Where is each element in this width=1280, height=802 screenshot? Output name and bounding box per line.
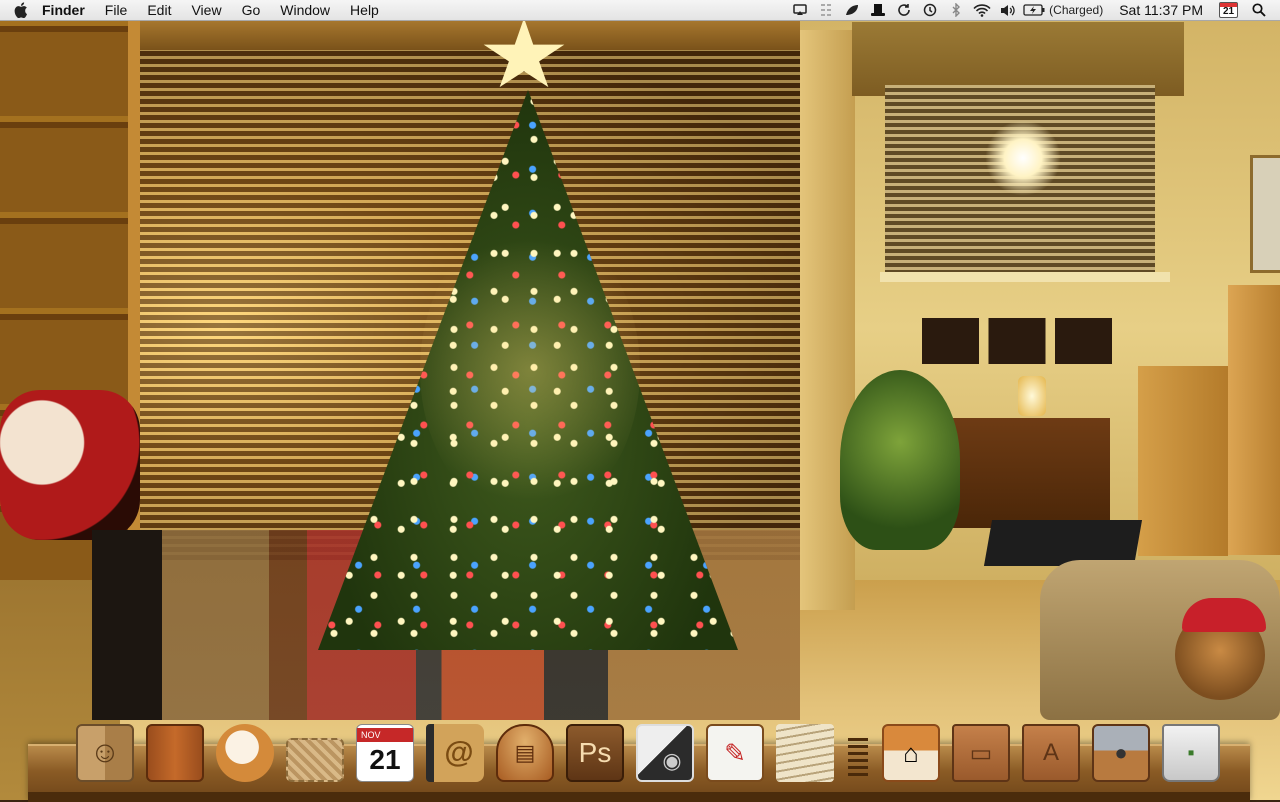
- window-star-light: [985, 120, 1061, 196]
- dock-trash-icon[interactable]: ▪: [1162, 724, 1220, 782]
- apple-logo-icon: [14, 2, 27, 18]
- dock-textedit-icon[interactable]: ✎: [706, 724, 764, 782]
- dock-squirrel-icon[interactable]: [216, 724, 274, 782]
- menu-view[interactable]: View: [181, 0, 231, 21]
- dock-mail-stamp-icon[interactable]: [286, 738, 344, 782]
- dock-ical-icon[interactable]: NOV 21: [356, 724, 414, 782]
- menu-go[interactable]: Go: [232, 0, 271, 21]
- wood-cabinet-tall: [1228, 285, 1280, 555]
- dock-radio-icon[interactable]: ▤: [496, 724, 554, 782]
- menu-help[interactable]: Help: [340, 0, 389, 21]
- ical-day: 21: [369, 744, 401, 775]
- dock-photo-camera-icon[interactable]: ◉: [636, 724, 694, 782]
- volume-icon[interactable]: [997, 0, 1019, 21]
- side-table: [950, 418, 1110, 528]
- applications-a-icon: A: [1042, 739, 1059, 766]
- dock-finder-icon[interactable]: ☺: [76, 724, 134, 782]
- grid-icon[interactable]: [815, 0, 837, 21]
- speaker: [92, 530, 162, 720]
- dock-apple-wood-icon[interactable]: [146, 724, 204, 782]
- dock-documents-folder-icon[interactable]: ▭: [952, 724, 1010, 782]
- hat-icon[interactable]: [867, 0, 889, 21]
- menu-bar: Finder File Edit View Go Window Help (Ch…: [0, 0, 1280, 21]
- finder-face-icon: ☺: [89, 736, 121, 769]
- menu-edit[interactable]: Edit: [137, 0, 181, 21]
- menu-window[interactable]: Window: [270, 0, 340, 21]
- battery-status: (Charged): [1049, 3, 1104, 17]
- dock-papers-icon[interactable]: [776, 724, 834, 782]
- wall-pictures: [922, 318, 1112, 364]
- app-menu-finder[interactable]: Finder: [42, 0, 95, 21]
- apple-menu-icon[interactable]: [0, 0, 42, 21]
- address-book-glyph: @: [444, 736, 474, 769]
- spotlight-search-icon[interactable]: [1248, 0, 1270, 21]
- teddy-bear-hat: [1182, 598, 1266, 632]
- battery-icon[interactable]: [1023, 0, 1045, 21]
- dock-home-folder-icon[interactable]: ⌂: [882, 724, 940, 782]
- airplay-icon[interactable]: [789, 0, 811, 21]
- pencil-icon: ✎: [724, 737, 746, 768]
- window-sill: [880, 272, 1170, 282]
- menu-file[interactable]: File: [95, 0, 138, 21]
- menu-clock[interactable]: Sat 11:37 PM: [1119, 2, 1203, 18]
- camera-lens-icon: ◉: [662, 748, 682, 773]
- house-plant: [840, 370, 960, 550]
- dock-photoshop-icon[interactable]: Ps: [566, 724, 624, 782]
- calendar-badge-day: 21: [1222, 6, 1235, 17]
- calendar-badge-icon[interactable]: 21: [1219, 2, 1238, 18]
- bear-face-icon: ●: [1114, 740, 1128, 765]
- wall-frame: [1250, 155, 1280, 273]
- dock-address-book-icon[interactable]: @: [426, 724, 484, 782]
- dock-applications-folder-icon[interactable]: A: [1022, 724, 1080, 782]
- ical-month: NOV: [357, 728, 413, 742]
- bluetooth-icon[interactable]: [945, 0, 967, 21]
- tree-glow: [420, 220, 640, 520]
- dock: ☺ NOV 21 @ ▤ Ps ◉ ✎ ⌂ ▭ A ● ▪: [70, 712, 1226, 782]
- trash-light-icon: ▪: [1187, 741, 1195, 764]
- time-machine-icon[interactable]: [919, 0, 941, 21]
- window-valance: [90, 20, 830, 50]
- table-lamp: [1018, 376, 1046, 416]
- document-icon: ▭: [969, 739, 993, 767]
- dock-separator[interactable]: [848, 738, 868, 778]
- santa-figure: [0, 390, 140, 540]
- wifi-icon[interactable]: [971, 0, 993, 21]
- leaf-icon[interactable]: [841, 0, 863, 21]
- sync-icon[interactable]: [893, 0, 915, 21]
- wood-cabinet: [1138, 366, 1228, 556]
- radio-grille-icon: ▤: [514, 740, 536, 765]
- house-icon: ⌂: [903, 737, 919, 768]
- photoshop-label: Ps: [578, 737, 612, 768]
- desktop-wallpaper: [0, 0, 1280, 800]
- dock-bear-box-icon[interactable]: ●: [1092, 724, 1150, 782]
